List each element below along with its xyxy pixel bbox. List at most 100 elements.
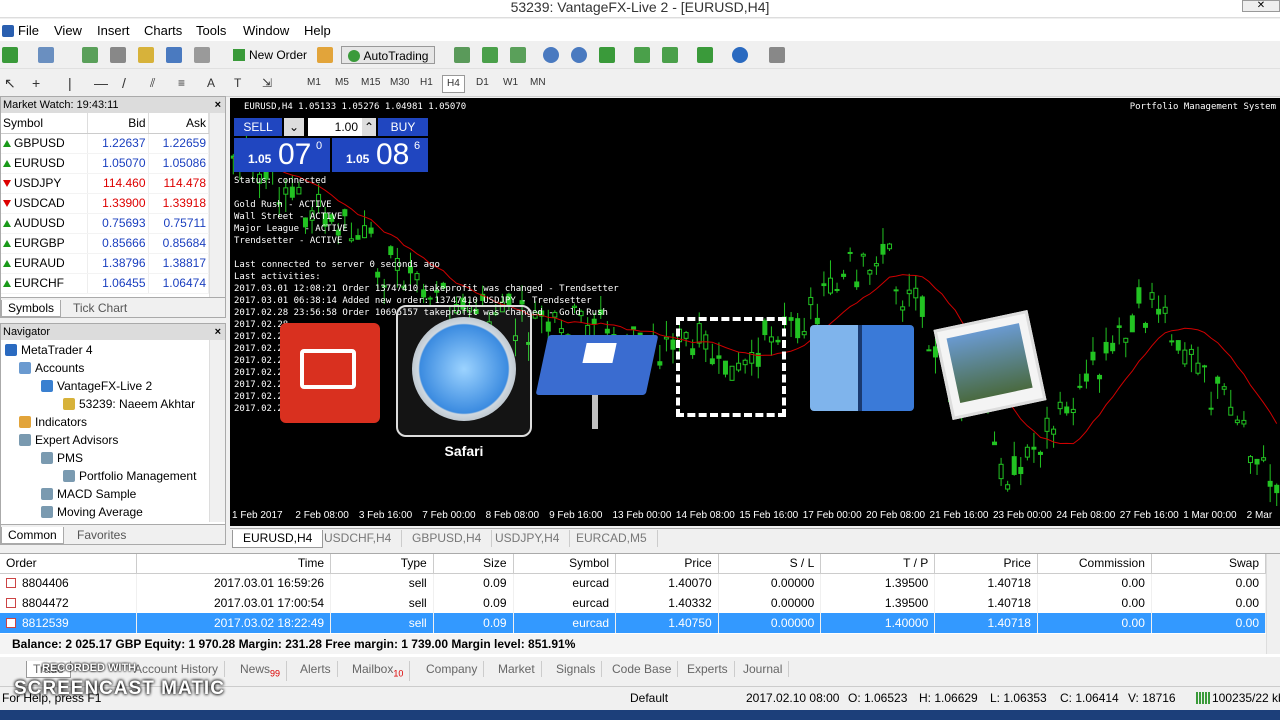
terminal-tab[interactable]: Code Base xyxy=(606,661,679,677)
terminal-tab[interactable]: Market xyxy=(492,661,542,677)
order-row[interactable]: 8804472 2017.03.01 17:00:54 sell 0.09 eurcad… xyxy=(0,593,1267,613)
close-icon[interactable]: × xyxy=(215,97,221,113)
tf-m30[interactable]: M30 xyxy=(390,75,409,91)
column-header[interactable]: Commission xyxy=(1037,554,1152,574)
candlestick-icon[interactable] xyxy=(482,47,498,63)
column-header[interactable]: Size xyxy=(433,554,514,574)
periods-icon[interactable] xyxy=(732,47,748,63)
tree-macd[interactable]: MACD Sample xyxy=(41,485,136,503)
strategy-tester-icon[interactable] xyxy=(194,47,210,63)
market-watch-row[interactable]: EURCHF 1.06455 1.06474 xyxy=(1,273,210,294)
text-label-icon[interactable]: T xyxy=(234,75,241,91)
new-chart-icon[interactable] xyxy=(2,47,18,63)
finder-app[interactable] xyxy=(810,325,914,411)
terminal-tab[interactable]: Company xyxy=(420,661,485,677)
terminal-scrollbar[interactable] xyxy=(1266,554,1280,654)
buy-price[interactable]: 1.05 08 6 xyxy=(332,138,428,172)
menu-charts[interactable]: Charts xyxy=(144,23,182,38)
tf-m5[interactable]: M5 xyxy=(335,75,349,91)
column-header[interactable]: Price xyxy=(934,554,1038,574)
indicators-icon[interactable] xyxy=(697,47,713,63)
terminal-tab[interactable]: Signals xyxy=(550,661,603,677)
column-header[interactable]: Price xyxy=(615,554,719,574)
channel-icon[interactable]: ⫽ xyxy=(150,75,155,91)
zoom-in-icon[interactable] xyxy=(543,47,559,63)
tab-symbols[interactable]: Symbols xyxy=(1,300,62,317)
column-symbol[interactable]: Symbol xyxy=(1,113,89,134)
tree-pms[interactable]: PMS xyxy=(41,449,83,467)
close-icon[interactable]: × xyxy=(215,324,221,340)
profiles-icon[interactable] xyxy=(38,47,54,63)
data-window-icon[interactable] xyxy=(110,47,126,63)
tf-h4[interactable]: H4 xyxy=(442,75,465,93)
market-watch-scrollbar[interactable] xyxy=(209,113,225,297)
market-watch-row[interactable]: USDCAD 1.33900 1.33918 xyxy=(1,193,210,214)
crosshair-icon[interactable]: + xyxy=(32,75,40,91)
tree-root[interactable]: MetaTrader 4 xyxy=(5,341,93,359)
bar-chart-icon[interactable] xyxy=(454,47,470,63)
auto-scroll-icon[interactable] xyxy=(662,47,678,63)
market-watch-row[interactable]: GBPUSD 1.22637 1.22659 xyxy=(1,133,210,154)
column-bid[interactable]: Bid xyxy=(87,113,149,134)
tf-m1[interactable]: M1 xyxy=(307,75,321,91)
menu-view[interactable]: View xyxy=(54,23,82,38)
market-watch-row[interactable]: EURGBP 0.85666 0.85684 xyxy=(1,233,210,254)
tree-ma[interactable]: Moving Average xyxy=(41,503,143,521)
tf-h1[interactable]: H1 xyxy=(420,75,433,91)
tab-favorites[interactable]: Favorites xyxy=(71,527,132,543)
zoom-out-icon[interactable] xyxy=(571,47,587,63)
column-ask[interactable]: Ask xyxy=(148,113,210,134)
terminal-tab[interactable]: Mailbox10 xyxy=(346,661,411,682)
column-header[interactable]: Time xyxy=(136,554,332,574)
chart-tab-usdchf[interactable]: USDCHF,H4 xyxy=(314,530,403,547)
window-close-button[interactable]: ✕ xyxy=(1242,0,1280,12)
vertical-line-icon[interactable]: | xyxy=(68,75,72,91)
cursor-icon[interactable]: ↖ xyxy=(4,75,16,91)
horizontal-line-icon[interactable]: — xyxy=(94,75,108,91)
trendline-icon[interactable]: / xyxy=(122,75,126,91)
tree-server[interactable]: VantageFX-Live 2 xyxy=(41,377,152,395)
order-row[interactable]: 8804406 2017.03.01 16:59:26 sell 0.09 eurcad… xyxy=(0,573,1267,593)
menu-insert[interactable]: Insert xyxy=(97,23,130,38)
tf-mn[interactable]: MN xyxy=(530,75,546,91)
sell-button[interactable]: SELL xyxy=(234,118,282,136)
tree-experts[interactable]: Expert Advisors xyxy=(19,431,118,449)
screenshot-app[interactable] xyxy=(676,317,786,417)
market-watch-icon[interactable] xyxy=(82,47,98,63)
menu-tools[interactable]: Tools xyxy=(196,23,226,38)
column-header[interactable]: S / L xyxy=(718,554,822,574)
terminal-tab[interactable]: Journal xyxy=(737,661,790,677)
column-header[interactable]: Type xyxy=(330,554,434,574)
tile-windows-icon[interactable] xyxy=(599,47,615,63)
buy-button[interactable]: BUY xyxy=(378,118,428,136)
chart-tab-eurcad[interactable]: EURCAD,M5 xyxy=(566,530,658,547)
volume-up-button[interactable]: ⌃ xyxy=(362,118,376,136)
keynote-app[interactable] xyxy=(535,335,659,395)
market-watch-row[interactable]: AUDUSD 0.75693 0.75711 xyxy=(1,213,210,234)
tf-d1[interactable]: D1 xyxy=(476,75,489,91)
market-watch-row[interactable]: EURUSD 1.05070 1.05086 xyxy=(1,153,210,174)
menu-help[interactable]: Help xyxy=(304,23,331,38)
menu-file[interactable]: File xyxy=(18,23,39,38)
image-capture-app[interactable] xyxy=(933,310,1047,420)
new-order-button[interactable]: New Order xyxy=(228,46,312,64)
chart-tab-eurusd[interactable]: EURUSD,H4 xyxy=(232,530,324,548)
market-watch-row[interactable]: EURAUD 1.38796 1.38817 xyxy=(1,253,210,274)
column-header[interactable]: Symbol xyxy=(513,554,617,574)
navigator-icon[interactable] xyxy=(138,47,154,63)
chart-tab-gbpusd[interactable]: GBPUSD,H4 xyxy=(402,530,493,547)
safari-app[interactable] xyxy=(396,305,532,437)
tab-common[interactable]: Common xyxy=(1,527,64,544)
line-chart-icon[interactable] xyxy=(510,47,526,63)
metaeditor-icon[interactable] xyxy=(317,47,333,63)
text-icon[interactable]: A xyxy=(207,75,215,91)
tree-account[interactable]: 53239: Naeem Akhtar xyxy=(63,395,195,413)
volume-input[interactable]: 1.00 xyxy=(308,118,362,136)
arrows-icon[interactable]: ⇲ xyxy=(262,75,272,91)
tree-accounts[interactable]: Accounts xyxy=(19,359,84,377)
market-watch-row[interactable]: USDJPY 114.460 114.478 xyxy=(1,173,210,194)
remote-desktop-app[interactable] xyxy=(280,323,380,423)
terminal-tab[interactable]: Alerts xyxy=(294,661,338,677)
terminal-tab[interactable]: Experts xyxy=(681,661,735,677)
tree-portfolio[interactable]: Portfolio Management xyxy=(63,467,196,485)
